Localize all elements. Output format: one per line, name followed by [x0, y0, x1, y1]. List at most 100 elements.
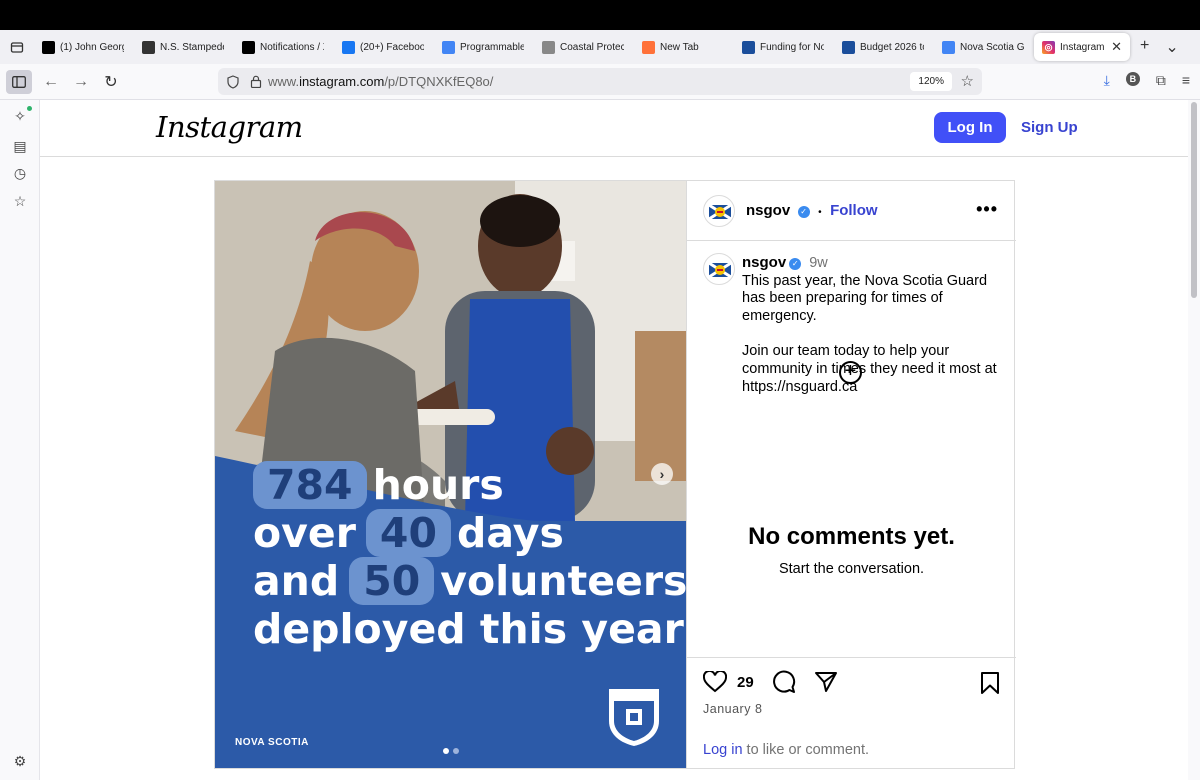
tab-item[interactable]: N.S. Stampede	[134, 33, 232, 61]
bookmarks-icon[interactable]: ☆	[12, 193, 28, 209]
nova-scotia-logo: NOVA SCOTIA	[235, 737, 309, 748]
start-conversation-text: Start the conversation.	[778, 561, 925, 577]
ns-flag-logo-icon	[742, 40, 755, 54]
scrollbar-thumb[interactable]	[1191, 102, 1197, 298]
login-prompt-suffix: to like or comment.	[742, 742, 870, 758]
x-logo-icon	[242, 40, 255, 54]
ai-sparkle-icon[interactable]: ✧	[12, 108, 28, 124]
tab-label: Funding for No	[760, 41, 824, 53]
separator-dot: •	[818, 207, 822, 218]
post-sidebar: nsgov ✓ • Follow ••• nsgov ✓ 9w This past …	[686, 181, 1016, 769]
tab-item[interactable]: Programmable	[434, 33, 532, 61]
login-link[interactable]: Log in	[703, 742, 743, 758]
post-header-info: nsgov ✓ • Follow	[746, 202, 878, 220]
download-icon[interactable]: ⤓	[1104, 72, 1110, 89]
ns-flag-logo-icon	[842, 40, 855, 54]
post-age: 9w	[809, 255, 828, 271]
back-icon[interactable]: ←	[36, 73, 66, 91]
share-icon[interactable]	[814, 671, 838, 693]
bookmark-star-icon[interactable]: ☆	[961, 72, 974, 90]
tab-overview-icon[interactable]	[0, 30, 34, 64]
menu-icon[interactable]: ≡	[1182, 72, 1190, 89]
heart-icon[interactable]	[703, 671, 727, 693]
tab-item[interactable]: Notifications / X	[234, 33, 332, 61]
firefox-logo-icon	[642, 40, 655, 54]
post-username[interactable]: nsgov	[746, 202, 790, 219]
comment-icon[interactable]	[772, 670, 796, 694]
stat-line-days: over 40 days	[253, 509, 564, 557]
tab-label: (1) John George	[60, 41, 124, 53]
tab-label: Budget 2026 to	[860, 41, 924, 53]
more-options-icon[interactable]: •••	[976, 199, 998, 220]
like-count[interactable]: 29	[737, 674, 754, 691]
url-bar[interactable]: www.instagram.com/p/DTQNXKfEQ8o/ 120% ☆	[218, 68, 982, 95]
tab-item[interactable]: Budget 2026 to	[834, 33, 932, 61]
tab-item[interactable]: New Tab	[634, 33, 732, 61]
verified-badge-icon: ✓	[797, 206, 810, 218]
scrollbar[interactable]	[1188, 100, 1200, 780]
follow-button[interactable]: Follow	[830, 202, 878, 219]
next-slide-button[interactable]: ›	[651, 463, 673, 485]
login-button[interactable]: Log In	[934, 112, 1006, 143]
navigation-bar: ← → ↻ www.instagram.com/p/DTQNXKfEQ8o/ 1…	[0, 64, 1200, 100]
caption-username[interactable]: nsgov	[742, 254, 786, 271]
facebook-logo-icon	[342, 40, 355, 54]
tab-instagram[interactable]: ◎ Instagram ✕	[1034, 33, 1130, 61]
history-icon[interactable]: ◷	[12, 165, 28, 181]
post-header: nsgov ✓ • Follow •••	[687, 181, 1016, 241]
stat-line-deployed: deployed this year	[253, 605, 684, 653]
post-actions: 29 January 8 Log in to like or comment.	[687, 657, 1016, 769]
slide-dot	[453, 748, 459, 754]
google-logo-icon	[442, 40, 455, 54]
tracking-shield-icon[interactable]	[226, 74, 240, 89]
instagram-header: Instagram Log In Sign Up	[40, 100, 1188, 157]
tab-item[interactable]: Nova Scotia Gu	[934, 33, 1032, 61]
tab-item[interactable]: (1) John George	[34, 33, 132, 61]
nova-scotia-guard-badge	[609, 689, 659, 746]
save-bookmark-icon[interactable]	[980, 672, 1000, 694]
browser-sidebar: ✧ ▤ ◷ ☆ ⚙	[0, 100, 40, 780]
x-logo-icon	[42, 40, 55, 54]
new-tab-icon[interactable]: +	[1140, 37, 1149, 57]
caption-paragraph-1: This past year, the Nova Scotia Guard ha…	[742, 272, 988, 324]
instagram-icon: ◎	[1042, 40, 1055, 54]
stampede-logo-icon	[142, 40, 155, 54]
lock-icon[interactable]	[250, 75, 262, 88]
google-logo-icon	[942, 40, 955, 54]
tab-item[interactable]: Funding for No	[734, 33, 832, 61]
reload-icon[interactable]: ↻	[96, 72, 126, 92]
caption-verified-icon: ✓	[789, 258, 802, 270]
tab-item[interactable]: Coastal Protect	[534, 33, 632, 61]
extensions-icon[interactable]: ⧉	[1156, 72, 1166, 89]
instagram-logo[interactable]: Instagram	[156, 110, 303, 144]
tab-list-chevron-icon[interactable]: ⌄	[1165, 37, 1178, 57]
stat-line-hours: 784 hours	[253, 461, 504, 509]
post-media[interactable]: 784 hours over 40 days and 50 volunteers depl…	[215, 181, 686, 768]
tab-label: (20+) Facebook	[360, 41, 424, 53]
os-top-bar	[0, 0, 1200, 30]
instagram-page: Instagram Log In Sign Up 784 hours over …	[40, 100, 1188, 780]
caption-avatar[interactable]	[703, 253, 735, 285]
stat-line-volunteers: and 50 volunteers	[253, 557, 686, 605]
no-comments-heading: No comments yet.	[748, 523, 955, 550]
zoom-level[interactable]: 120%	[910, 72, 952, 91]
signup-link[interactable]: Sign Up	[1021, 119, 1078, 136]
tab-label: New Tab	[660, 41, 699, 53]
tab-label: Notifications / X	[260, 41, 324, 53]
tab-item[interactable]: (20+) Facebook	[334, 33, 432, 61]
close-tab-icon[interactable]: ✕	[1111, 39, 1122, 55]
tab-label: Programmable	[460, 41, 524, 53]
add-icon[interactable]: +	[839, 361, 862, 384]
caption-paragraph-2: Join our team today to help your communi…	[742, 343, 997, 395]
url-text[interactable]: www.instagram.com/p/DTQNXKfEQ8o/	[268, 74, 493, 89]
post-date: January 8	[703, 702, 763, 716]
nsgov-avatar[interactable]	[703, 195, 735, 227]
post-card: 784 hours over 40 days and 50 volunteers depl…	[214, 180, 1016, 769]
synced-tabs-icon[interactable]: ▤	[12, 138, 28, 154]
tab-label: Coastal Protect	[560, 41, 624, 53]
settings-gear-icon[interactable]: ⚙	[12, 753, 28, 769]
profile-avatar[interactable]: B	[1125, 72, 1140, 86]
post-caption: nsgov ✓ 9w This past year, the Nova Scotia…	[742, 254, 1008, 396]
sidebar-toggle-icon[interactable]	[6, 69, 32, 94]
forward-icon[interactable]: →	[66, 73, 96, 91]
